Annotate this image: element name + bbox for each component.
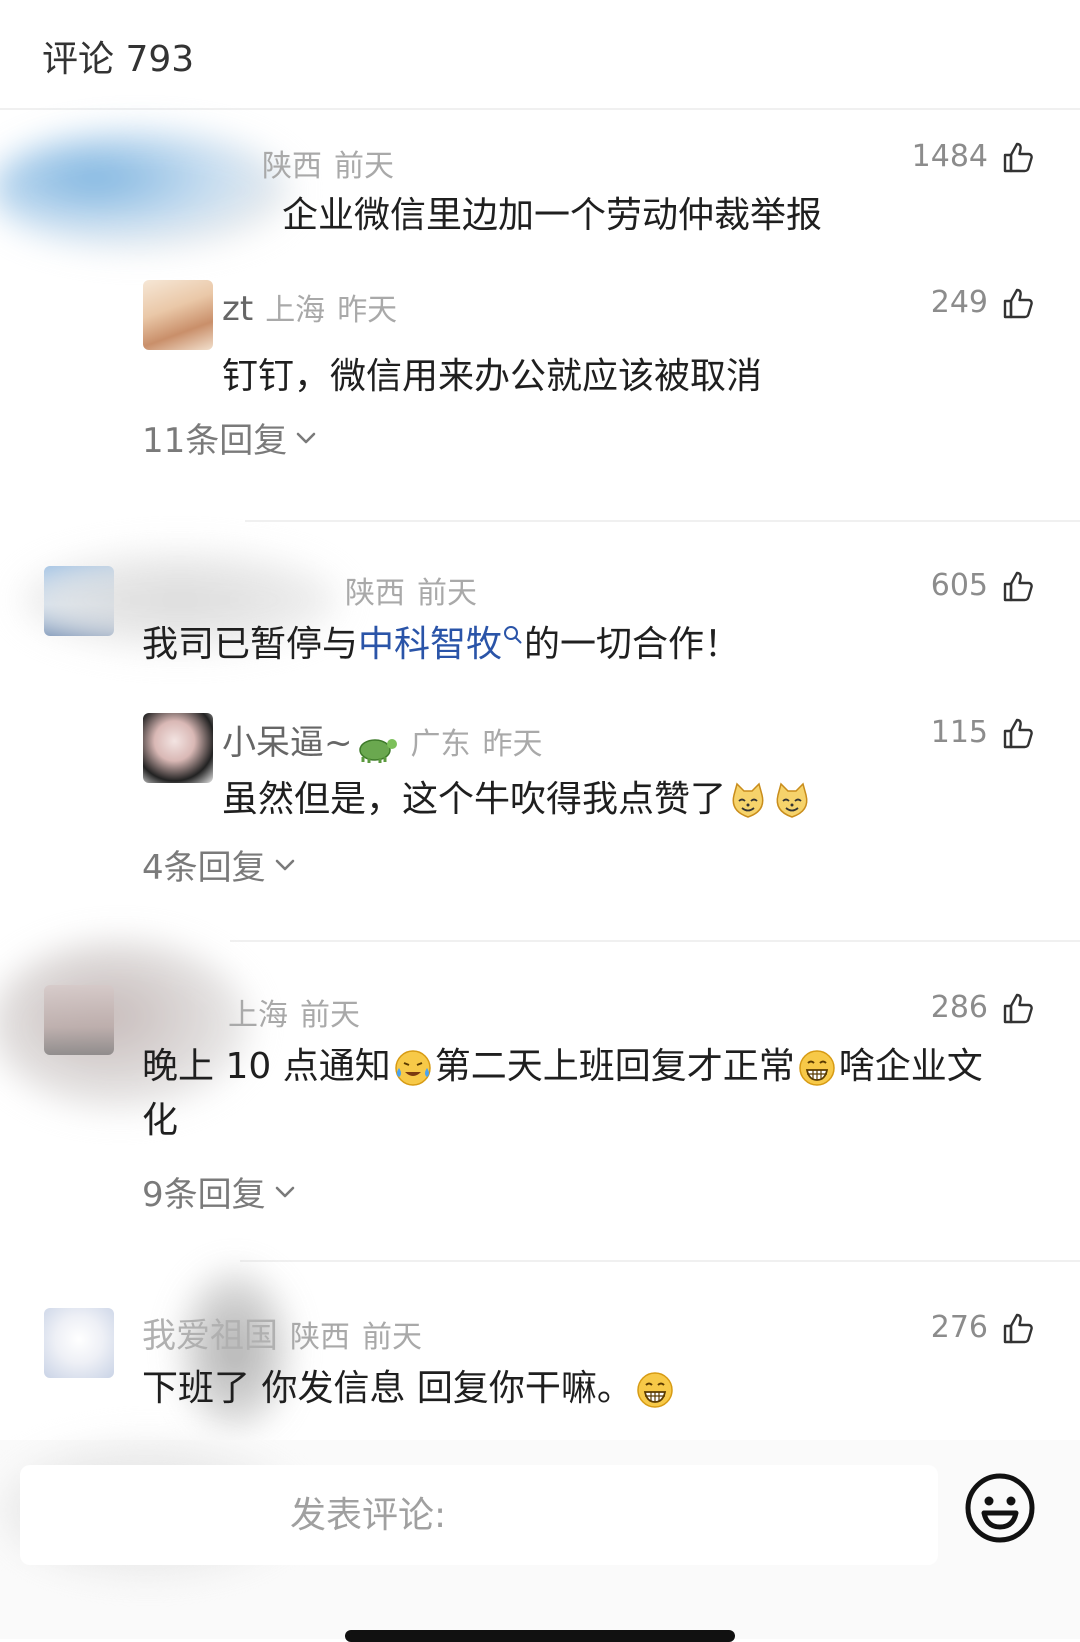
like-button[interactable]: 605	[931, 568, 1036, 603]
thumbs-up-icon	[1002, 140, 1036, 174]
chevron-down-icon	[293, 425, 319, 451]
comment-time: 前天	[334, 149, 394, 184]
like-button[interactable]: 1484	[912, 139, 1036, 174]
cat-emoji-icon	[772, 781, 812, 821]
comment-text: 企业微信里边加一个劳动仲裁举报	[282, 195, 823, 236]
comment-text: 晚上 10 点通知 第二天上班回复才正常 啥企业文	[142, 1042, 983, 1092]
comment-meta: 陕西 前天	[262, 141, 406, 185]
comment-divider	[240, 1260, 1080, 1262]
avatar[interactable]	[143, 280, 213, 350]
search-icon	[504, 626, 522, 644]
cat-emoji-icon	[728, 781, 768, 821]
comment-text-content: 下班了 你发信息 回复你干嘛。	[142, 1368, 633, 1409]
chevron-down-icon	[272, 852, 298, 878]
reply-meta: 小呆逼~ 广东 昨天	[222, 715, 555, 766]
crying-laughing-emoji-icon	[393, 1048, 433, 1088]
avatar[interactable]	[143, 713, 213, 783]
like-button[interactable]: 115	[931, 715, 1036, 750]
comment-time: 前天	[362, 1320, 422, 1355]
comment-time: 前天	[300, 998, 360, 1033]
like-button[interactable]: 286	[931, 990, 1036, 1025]
smiley-face-icon[interactable]	[962, 1470, 1038, 1546]
company-link[interactable]: 中科智牧	[358, 624, 502, 665]
blur-redaction	[0, 130, 290, 250]
like-button[interactable]: 249	[931, 285, 1036, 320]
comment-1: 陕西 前天 1484 企业微信里边加一个劳动仲裁举报 zt 上海 昨天 249 钉钉，…	[0, 115, 1080, 480]
comment-text-end: 的一切合作！	[524, 624, 741, 665]
header-divider	[0, 108, 1080, 110]
comment-text-part: 啥企业文	[838, 1046, 983, 1087]
reply-username[interactable]: zt	[222, 289, 253, 329]
thumbs-up-icon	[1002, 569, 1036, 603]
reply-time: 昨天	[482, 727, 543, 762]
turtle-icon	[358, 738, 397, 763]
reply-location: 广东	[410, 727, 471, 762]
thumbs-up-icon	[1002, 1311, 1036, 1345]
reply-location: 上海	[265, 293, 326, 328]
reply-time: 昨天	[337, 293, 398, 328]
comment-divider	[245, 520, 1080, 522]
like-count: 276	[930, 1310, 988, 1345]
reply-count: 11条回复	[142, 421, 288, 461]
comment-location: 陕西	[345, 576, 405, 611]
view-replies-link[interactable]: 4条回复	[142, 840, 298, 889]
comments-title: 评论 793	[42, 39, 195, 80]
view-replies-link[interactable]: 11条回复	[142, 413, 319, 462]
like-count: 286	[930, 990, 988, 1025]
avatar[interactable]	[44, 1308, 114, 1378]
comment-location: 上海	[228, 998, 288, 1033]
comment-text-wrap: 化	[142, 1100, 179, 1141]
comment-username[interactable]: 我爱祖国	[142, 1316, 278, 1356]
thumbs-up-icon	[1002, 991, 1036, 1025]
grinning-emoji-icon	[635, 1370, 675, 1410]
reply-count: 9条回复	[142, 1175, 266, 1215]
comment-text-part: 晚上 10 点通知	[142, 1046, 391, 1087]
comment-2: 陕西 前天 605 我司已暂停与中科智牧 的一切合作！ 小呆逼~ 广东 昨天 115 虽…	[0, 540, 1080, 910]
comment-location: 陕西	[262, 149, 322, 184]
view-replies-link[interactable]: 9条回复	[142, 1167, 298, 1216]
comment-text-part: 第二天上班回复才正常	[434, 1046, 795, 1087]
comment-meta: 上海 前天	[228, 990, 372, 1034]
comment-text-start: 我司已暂停与	[142, 624, 359, 665]
comment-input[interactable]	[20, 1465, 938, 1565]
comment-4: 我爱祖国 陕西 前天 276 下班了 你发信息 回复你干嘛。	[0, 1270, 1080, 1430]
comment-meta: 我爱祖国 陕西 前天	[142, 1308, 434, 1357]
comment-time: 前天	[417, 576, 477, 611]
comment-3: 上海 前天 286 晚上 10 点通知 第二天上班回复才正常 啥企业文 化 9条回复	[0, 940, 1080, 1220]
thumbs-up-icon	[1002, 716, 1036, 750]
like-count: 605	[930, 568, 988, 603]
comment-text: 我司已暂停与中科智牧 的一切合作！	[142, 620, 740, 670]
reply-text: 虽然但是，这个牛吹得我点赞了	[222, 775, 814, 825]
chevron-down-icon	[272, 1179, 298, 1205]
like-count: 249	[930, 285, 988, 320]
avatar[interactable]	[44, 985, 114, 1055]
like-count: 1484	[911, 139, 988, 174]
reply-count: 4条回复	[142, 848, 266, 888]
comment-location: 陕西	[290, 1320, 350, 1355]
reply-username[interactable]: 小呆逼~	[222, 723, 353, 763]
comment-meta: 陕西 前天	[345, 568, 489, 612]
reply-text: 钉钉，微信用来办公就应该被取消	[222, 356, 763, 397]
home-indicator	[345, 1630, 735, 1642]
thumbs-up-icon	[1002, 286, 1036, 320]
like-button[interactable]: 276	[931, 1310, 1036, 1345]
comment-divider	[230, 940, 1080, 942]
reply-meta: zt 上海 昨天	[222, 285, 409, 329]
comment-text: 下班了 你发信息 回复你干嘛。	[142, 1364, 677, 1414]
grinning-emoji-icon	[797, 1048, 837, 1088]
reply-text-content: 虽然但是，这个牛吹得我点赞了	[222, 779, 727, 820]
like-count: 115	[930, 715, 988, 750]
